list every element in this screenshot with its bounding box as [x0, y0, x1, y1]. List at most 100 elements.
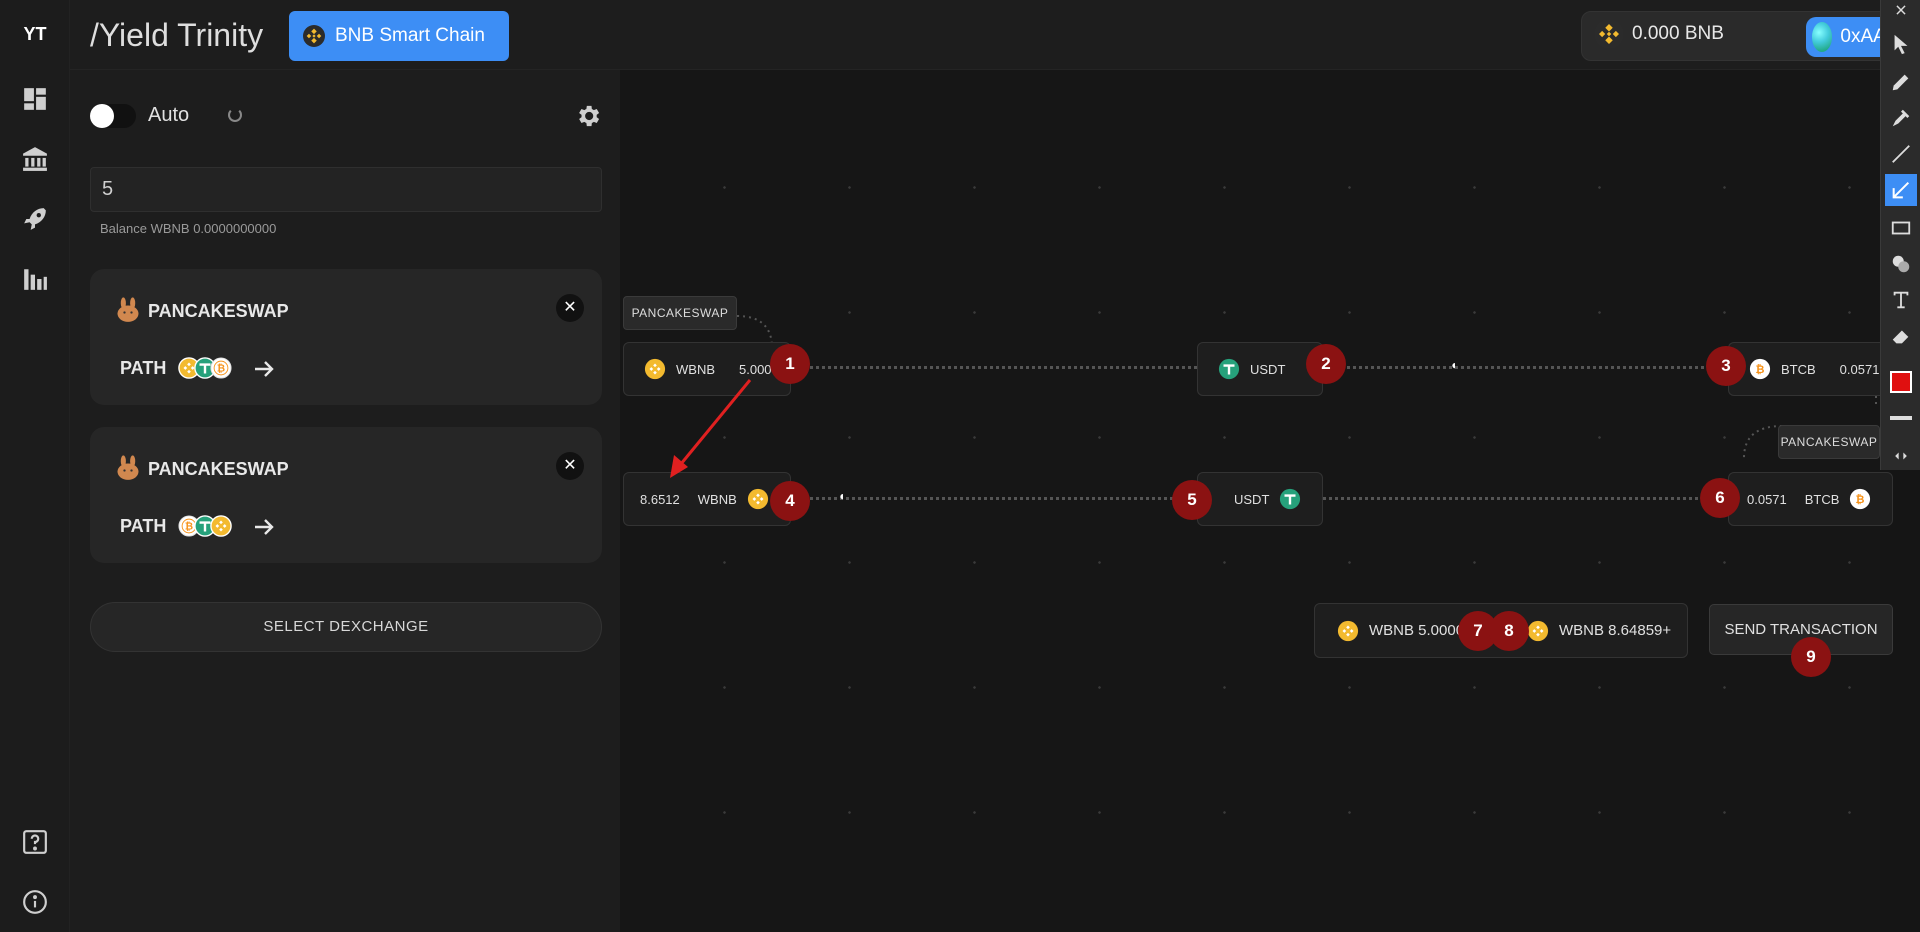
path-row: PATH ₿ [120, 515, 278, 537]
bnb-logo-icon [303, 25, 325, 47]
gear-icon[interactable] [574, 102, 602, 130]
toolbar-collapse-icon[interactable] [1885, 444, 1917, 468]
node-btcb-end[interactable]: ₿ BTCB 0.0571 [1728, 342, 1880, 396]
usdt-coin-icon [1218, 358, 1240, 380]
step-badge: 4 [770, 481, 810, 521]
text-icon[interactable] [1885, 284, 1917, 316]
chain-selector-button[interactable]: BNB Smart Chain [289, 11, 509, 61]
amount-input[interactable] [90, 167, 602, 212]
token-amount: 0.0571 [1839, 361, 1880, 377]
chain-label: BNB Smart Chain [335, 25, 485, 46]
cursor-icon[interactable] [1885, 28, 1917, 60]
pancake-bunny-icon [114, 453, 142, 486]
auto-toggle[interactable] [90, 104, 136, 128]
btc-coin-icon: ₿ [1749, 358, 1771, 380]
app-logo[interactable]: YT [0, 24, 70, 45]
arrow-right-icon[interactable] [252, 357, 278, 379]
swap-to: WBNB 8.64859+ [1559, 622, 1672, 639]
step-badge: 3 [1706, 346, 1746, 386]
annotation-arrow [670, 379, 752, 478]
btc-coin-icon: ₿ [1849, 488, 1871, 510]
dex-name: PANCAKESWAP [148, 459, 289, 479]
token-label: BTCB [1804, 491, 1840, 507]
left-rail: YT [0, 0, 70, 932]
bank-icon[interactable] [22, 146, 48, 172]
loading-spinner-icon [228, 108, 242, 122]
dex-header: PANCAKESWAP [114, 295, 289, 328]
info-icon[interactable] [22, 889, 48, 915]
rectangle-icon[interactable] [1885, 212, 1917, 244]
btc-coin-icon: ₿ [210, 357, 232, 379]
path-icons: ₿ [178, 357, 232, 379]
dashboard-icon[interactable] [22, 86, 48, 112]
path-row: PATH ₿ [120, 357, 278, 379]
close-icon[interactable] [1885, 0, 1917, 20]
token-label: BTCB [1781, 361, 1816, 377]
line-width-icon[interactable] [1885, 402, 1917, 434]
eraser-icon[interactable] [1885, 320, 1917, 352]
marker-icon[interactable] [1885, 102, 1917, 134]
remove-dex-button[interactable]: ✕ [556, 294, 584, 322]
svg-text:₿: ₿ [217, 363, 225, 375]
pencil-icon[interactable] [1885, 66, 1917, 98]
flow-dot-icon: ◖ [838, 489, 846, 503]
annotation-toolbar [1880, 0, 1920, 470]
step-badge: 8 [1489, 611, 1529, 651]
usdt-coin-icon [1279, 488, 1301, 510]
step-badge: 6 [1700, 478, 1740, 518]
app-root: YT /Yield Trinity BNB Smart Chain 0.000 … [0, 0, 1920, 932]
dex-name: PANCAKESWAP [148, 301, 289, 321]
toggle-knob [90, 104, 114, 128]
step-badge: 5 [1172, 480, 1212, 520]
chart-icon[interactable] [22, 266, 48, 292]
swap-from: WBNB 5.0000 [1369, 622, 1465, 639]
flow-dot-icon: ◖ [1450, 358, 1458, 372]
help-icon[interactable] [22, 829, 48, 855]
color-swatch [1890, 371, 1912, 393]
rocket-icon[interactable] [22, 206, 48, 232]
bnb-logo-icon [1594, 19, 1624, 49]
svg-text:₿: ₿ [1856, 493, 1865, 506]
bnb-coin-icon [210, 515, 233, 537]
dex-tag: PANCAKESWAP [623, 296, 737, 330]
svg-text:₿: ₿ [1756, 363, 1765, 376]
token-amount: 0.0571 [1747, 491, 1787, 507]
bnb-coin-icon [1527, 620, 1549, 642]
dex-card: PANCAKESWAP ✕ PATH ₿ [90, 269, 602, 405]
arrow-icon[interactable] [1885, 174, 1917, 206]
counter-icon[interactable] [1885, 248, 1917, 280]
node-usdt-mid[interactable]: USDT [1197, 342, 1323, 396]
pancake-bunny-icon [114, 295, 142, 328]
node-usdt-return[interactable]: USDT [1197, 472, 1323, 526]
balance-text: Balance WBNB 0.0000000000 [100, 221, 277, 236]
line-width-bar [1890, 416, 1912, 420]
color-swatch-icon[interactable] [1885, 366, 1917, 398]
balance-value: 0.000 BNB [1632, 23, 1724, 44]
path-icons: ₿ [178, 515, 233, 537]
token-label: USDT [1234, 491, 1270, 507]
top-header: /Yield Trinity BNB Smart Chain 0.000 BNB… [70, 0, 1920, 70]
auto-label: Auto [148, 104, 190, 126]
step-badge: 9 [1791, 637, 1831, 677]
bnb-coin-icon [1337, 620, 1359, 642]
arrow-right-icon[interactable] [252, 515, 278, 537]
node-btcb-return[interactable]: 0.0571 BTCB ₿ [1728, 472, 1893, 526]
path-label: PATH [120, 357, 167, 378]
bnb-coin-icon [747, 488, 769, 510]
select-dexchange-button[interactable]: SELECT DEXCHANGE [90, 602, 602, 652]
step-badge: 2 [1306, 344, 1346, 384]
wallet-widget: 0.000 BNB 0xAA...eA50 [1581, 11, 1920, 61]
token-amount: 8.6512 [640, 491, 680, 507]
config-panel: Auto Balance WBNB 0.0000000000 PANCAKESW… [70, 70, 620, 932]
path-label: PATH [120, 515, 167, 536]
line-icon[interactable] [1885, 138, 1917, 170]
connector-curves [736, 315, 1877, 459]
token-label: USDT [1250, 361, 1286, 377]
step-badge: 1 [770, 344, 810, 384]
token-label: WBNB [697, 491, 737, 507]
wallet-balance: 0.000 BNB [1594, 19, 1724, 49]
remove-dex-button[interactable]: ✕ [556, 452, 584, 480]
dex-card: PANCAKESWAP ✕ PATH ₿ [90, 427, 602, 563]
svg-text:₿: ₿ [185, 521, 193, 533]
dex-tag: PANCAKESWAP [1778, 425, 1880, 459]
